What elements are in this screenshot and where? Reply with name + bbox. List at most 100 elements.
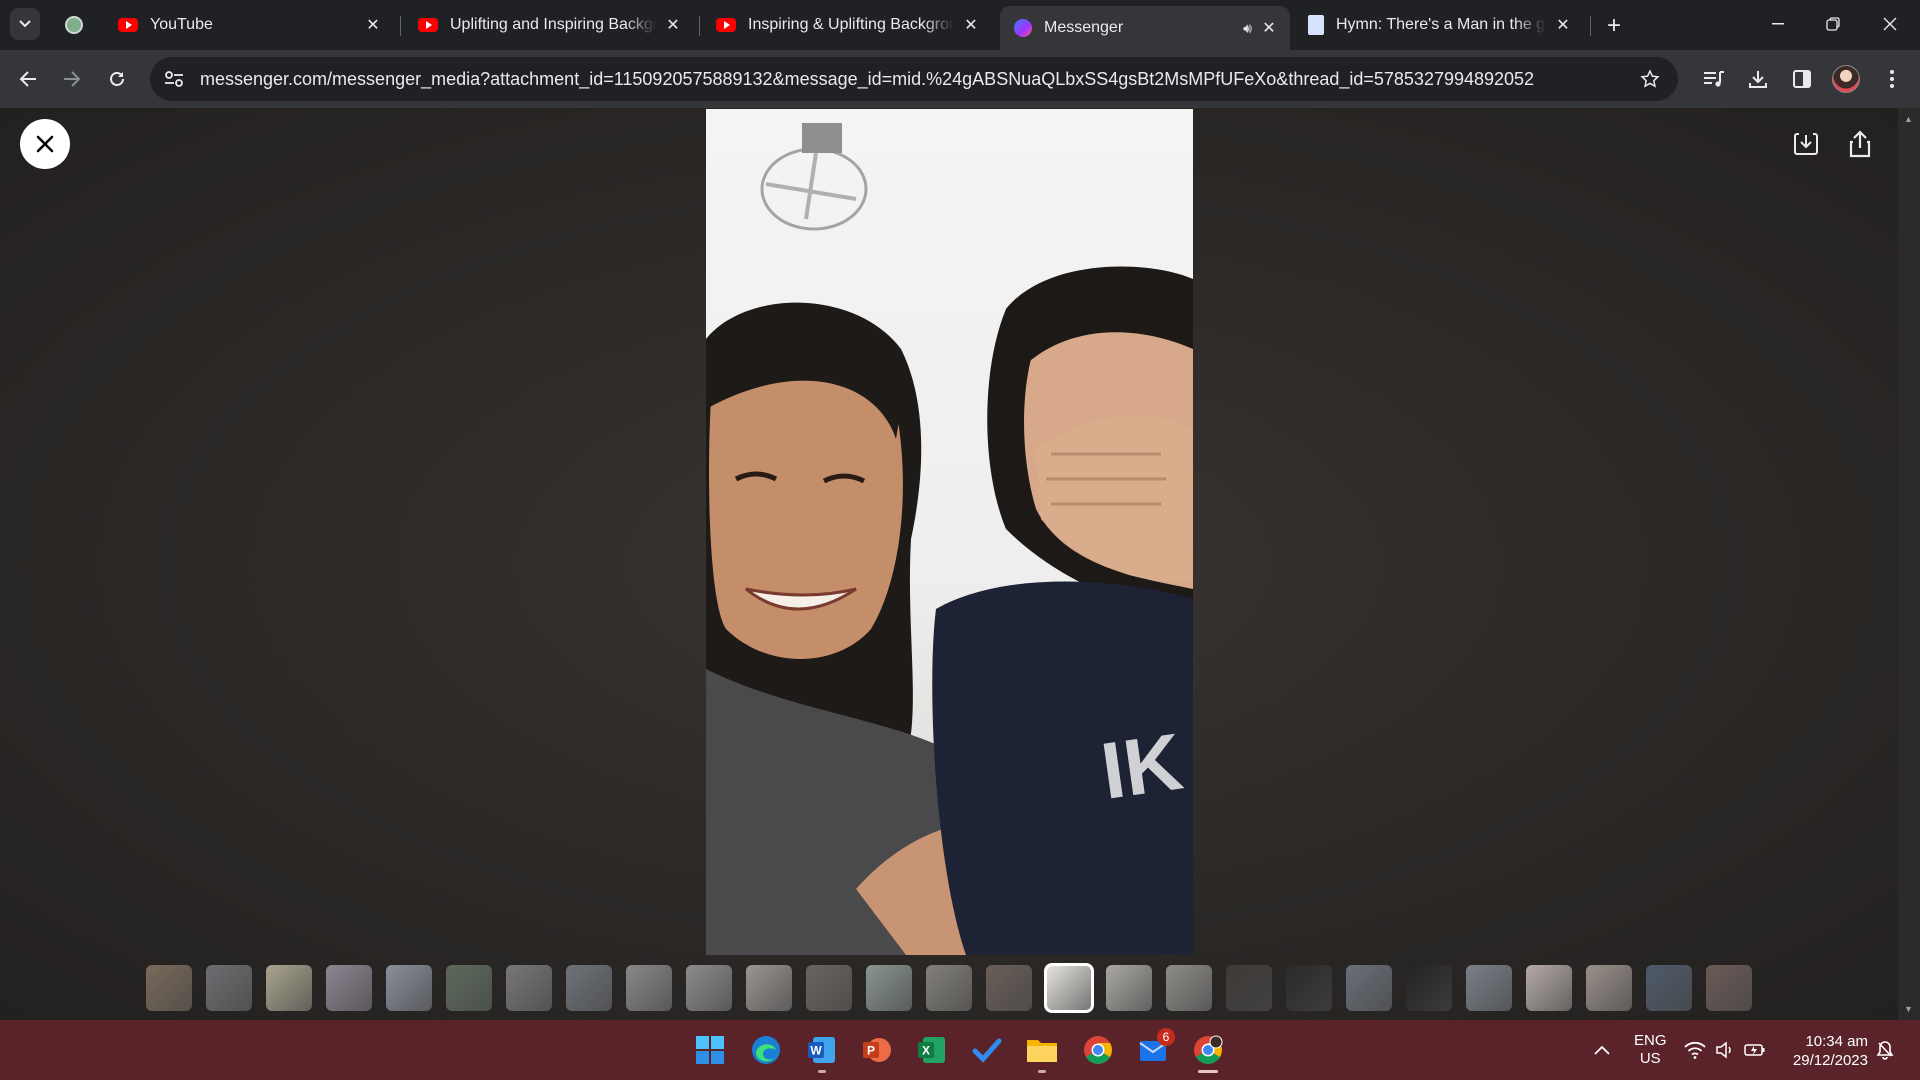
clock-time: 10:34 am (1805, 1033, 1868, 1050)
back-arrow-icon (19, 71, 36, 87)
show-hidden-icons-button[interactable] (1582, 1030, 1622, 1070)
back-button[interactable] (12, 63, 44, 95)
share-media-button[interactable] (1842, 126, 1878, 162)
tab-search-button[interactable] (10, 8, 40, 40)
media-thumbnail[interactable] (206, 965, 252, 1011)
notification-center-button[interactable] (1868, 1030, 1902, 1070)
media-thumbnail[interactable] (986, 965, 1032, 1011)
site-settings-icon[interactable] (156, 61, 192, 97)
tab-youtube[interactable]: YouTube ✕ (104, 6, 394, 44)
reload-button[interactable] (101, 63, 133, 95)
notification-badge: 6 (1157, 1028, 1175, 1046)
media-thumbnail[interactable] (1346, 965, 1392, 1011)
wifi-status[interactable] (1678, 1030, 1712, 1070)
tab-inspiring[interactable]: Inspiring & Uplifting Backgroun ✕ (702, 6, 992, 44)
volume-status[interactable] (1708, 1030, 1742, 1070)
excel-app[interactable]: X (912, 1030, 952, 1070)
language-indicator[interactable]: ENG US (1634, 1032, 1667, 1068)
media-thumbnail[interactable] (1406, 965, 1452, 1011)
scroll-up-icon[interactable]: ▲ (1904, 114, 1913, 124)
system-clock[interactable]: 10:34 am 29/12/2023 (1780, 1032, 1868, 1070)
media-thumbnail[interactable] (326, 965, 372, 1011)
media-thumbnail[interactable] (1586, 965, 1632, 1011)
todo-app[interactable] (967, 1030, 1007, 1070)
tab-strip: YouTube ✕ Uplifting and Inspiring Backgr… (0, 0, 1920, 50)
media-thumbnail[interactable] (1706, 965, 1752, 1011)
media-thumbnail[interactable] (626, 965, 672, 1011)
media-thumbnail[interactable] (1286, 965, 1332, 1011)
media-thumbnail[interactable] (146, 965, 192, 1011)
media-thumbnail[interactable] (1044, 963, 1094, 1013)
thumbnail-strip (146, 963, 1752, 1013)
file-explorer-icon (1027, 1040, 1057, 1062)
media-thumbnail[interactable] (1526, 965, 1572, 1011)
chrome-profile-app[interactable] (1188, 1030, 1228, 1073)
media-thumbnail[interactable] (1646, 965, 1692, 1011)
chrome-app[interactable] (1078, 1030, 1118, 1070)
media-thumbnail[interactable] (806, 965, 852, 1011)
tab-hymn[interactable]: Hymn: There's a Man in the glo ✕ (1294, 6, 1584, 44)
forward-button[interactable] (56, 63, 88, 95)
url-text[interactable]: messenger.com/messenger_media?attachment… (200, 69, 1632, 90)
close-window-button[interactable] (1868, 6, 1912, 42)
tab-messenger[interactable]: Messenger 🔊︎ ✕ (1000, 6, 1290, 50)
media-control-icon[interactable] (1698, 63, 1730, 95)
scroll-down-icon[interactable]: ▼ (1904, 1004, 1913, 1014)
mail-app[interactable]: 6 (1133, 1028, 1175, 1070)
media-thumbnail[interactable] (1466, 965, 1512, 1011)
media-thumbnail[interactable] (866, 965, 912, 1011)
address-bar[interactable]: messenger.com/messenger_media?attachment… (150, 57, 1678, 101)
messenger-icon (1014, 19, 1032, 37)
edge-icon (752, 1036, 780, 1064)
language-region: US (1639, 1050, 1661, 1067)
tab-divider (699, 16, 700, 36)
media-thumbnail[interactable] (266, 965, 312, 1011)
pinned-tab[interactable] (60, 12, 88, 38)
edge-app[interactable] (746, 1030, 786, 1070)
media-thumbnail[interactable] (1106, 965, 1152, 1011)
tab-uplifting[interactable]: Uplifting and Inspiring Backgro ✕ (404, 6, 694, 44)
speaker-icon[interactable]: 🔊︎ (1243, 20, 1252, 37)
photo-illustration: IK (706, 109, 1193, 955)
close-tab-icon[interactable]: ✕ (662, 14, 684, 36)
tab-title: Uplifting and Inspiring Backgro (450, 16, 656, 33)
media-thumbnail[interactable] (446, 965, 492, 1011)
file-explorer-app[interactable] (1022, 1030, 1062, 1073)
close-tab-icon[interactable]: ✕ (1258, 17, 1280, 39)
minimize-icon (1772, 23, 1784, 25)
new-tab-button[interactable]: + (1600, 12, 1628, 40)
close-tab-icon[interactable]: ✕ (362, 14, 384, 36)
battery-charging-icon (1744, 1044, 1765, 1056)
windows-start-button[interactable] (690, 1030, 730, 1070)
media-thumbnail[interactable] (506, 965, 552, 1011)
download-icon (1794, 133, 1818, 155)
running-indicator (1038, 1070, 1046, 1073)
media-thumbnail[interactable] (926, 965, 972, 1011)
youtube-icon (118, 18, 138, 32)
download-icon[interactable] (1742, 63, 1774, 95)
restore-button[interactable] (1811, 6, 1855, 42)
word-app[interactable]: W (802, 1030, 842, 1073)
side-panel-icon[interactable] (1786, 63, 1818, 95)
media-thumbnail[interactable] (686, 965, 732, 1011)
media-thumbnail[interactable] (386, 965, 432, 1011)
youtube-icon (716, 18, 736, 32)
media-thumbnail[interactable] (746, 965, 792, 1011)
bookmark-star-icon[interactable] (1632, 61, 1668, 97)
menu-kebab-icon[interactable] (1876, 63, 1908, 95)
battery-status[interactable] (1738, 1030, 1772, 1070)
scrollbar[interactable]: ▲ ▼ (1898, 108, 1920, 1020)
word-icon: W (808, 1037, 835, 1063)
minimize-button[interactable] (1756, 6, 1800, 42)
svg-text:X: X (922, 1044, 930, 1058)
media-thumbnail[interactable] (1166, 965, 1212, 1011)
download-media-button[interactable] (1788, 126, 1824, 162)
excel-icon: X (918, 1037, 945, 1063)
media-thumbnail[interactable] (566, 965, 612, 1011)
close-tab-icon[interactable]: ✕ (960, 14, 982, 36)
close-viewer-button[interactable] (20, 119, 70, 169)
media-thumbnail[interactable] (1226, 965, 1272, 1011)
close-tab-icon[interactable]: ✕ (1552, 14, 1574, 36)
profile-avatar[interactable] (1830, 63, 1862, 95)
powerpoint-app[interactable]: P (857, 1030, 897, 1070)
